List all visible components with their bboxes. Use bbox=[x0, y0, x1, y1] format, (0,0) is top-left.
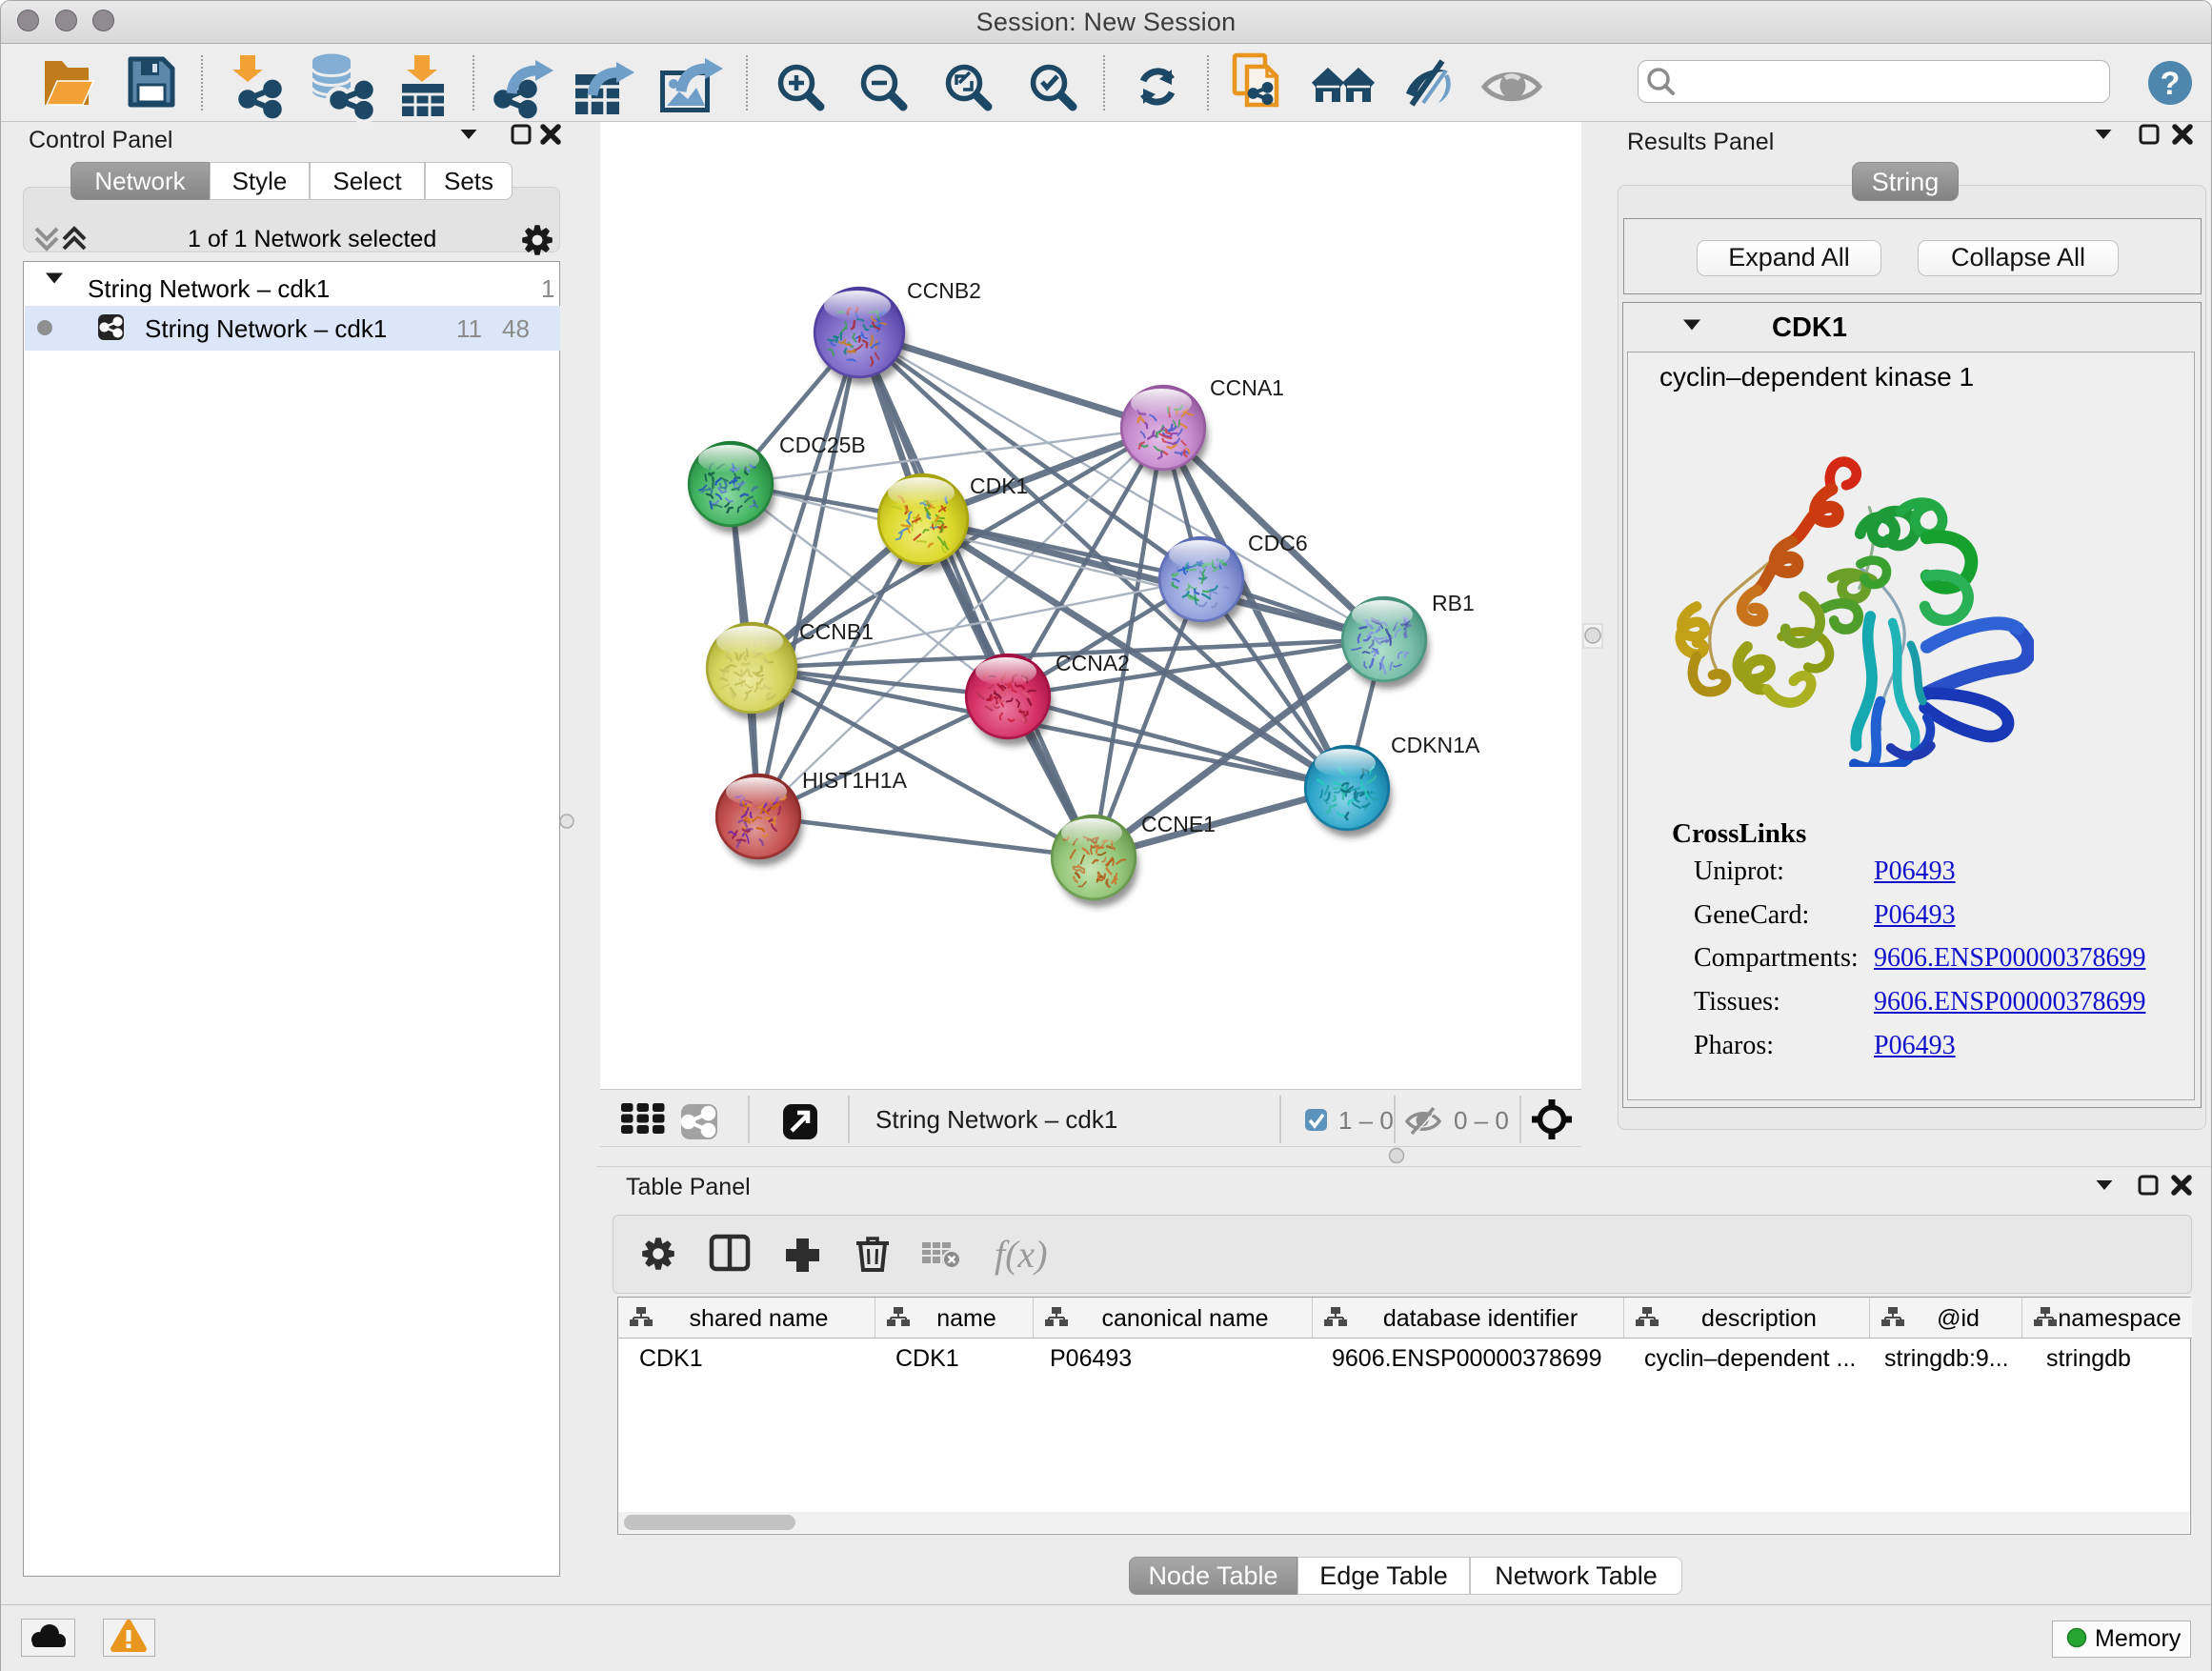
svg-text:HIST1H1A: HIST1H1A bbox=[802, 768, 908, 793]
svg-text:CCNB2: CCNB2 bbox=[907, 278, 981, 303]
svg-text:RB1: RB1 bbox=[1432, 591, 1475, 615]
svg-text:CDKN1A: CDKN1A bbox=[1391, 733, 1480, 757]
svg-text:CDC6: CDC6 bbox=[1248, 531, 1308, 555]
svg-text:CDC25B: CDC25B bbox=[779, 433, 866, 457]
svg-text:CCNA1: CCNA1 bbox=[1210, 375, 1284, 400]
svg-text:CDK1: CDK1 bbox=[970, 473, 1028, 498]
svg-text:CCNB1: CCNB1 bbox=[799, 619, 874, 644]
svg-text:CCNE1: CCNE1 bbox=[1141, 812, 1216, 836]
svg-text:CCNA2: CCNA2 bbox=[1056, 651, 1130, 675]
